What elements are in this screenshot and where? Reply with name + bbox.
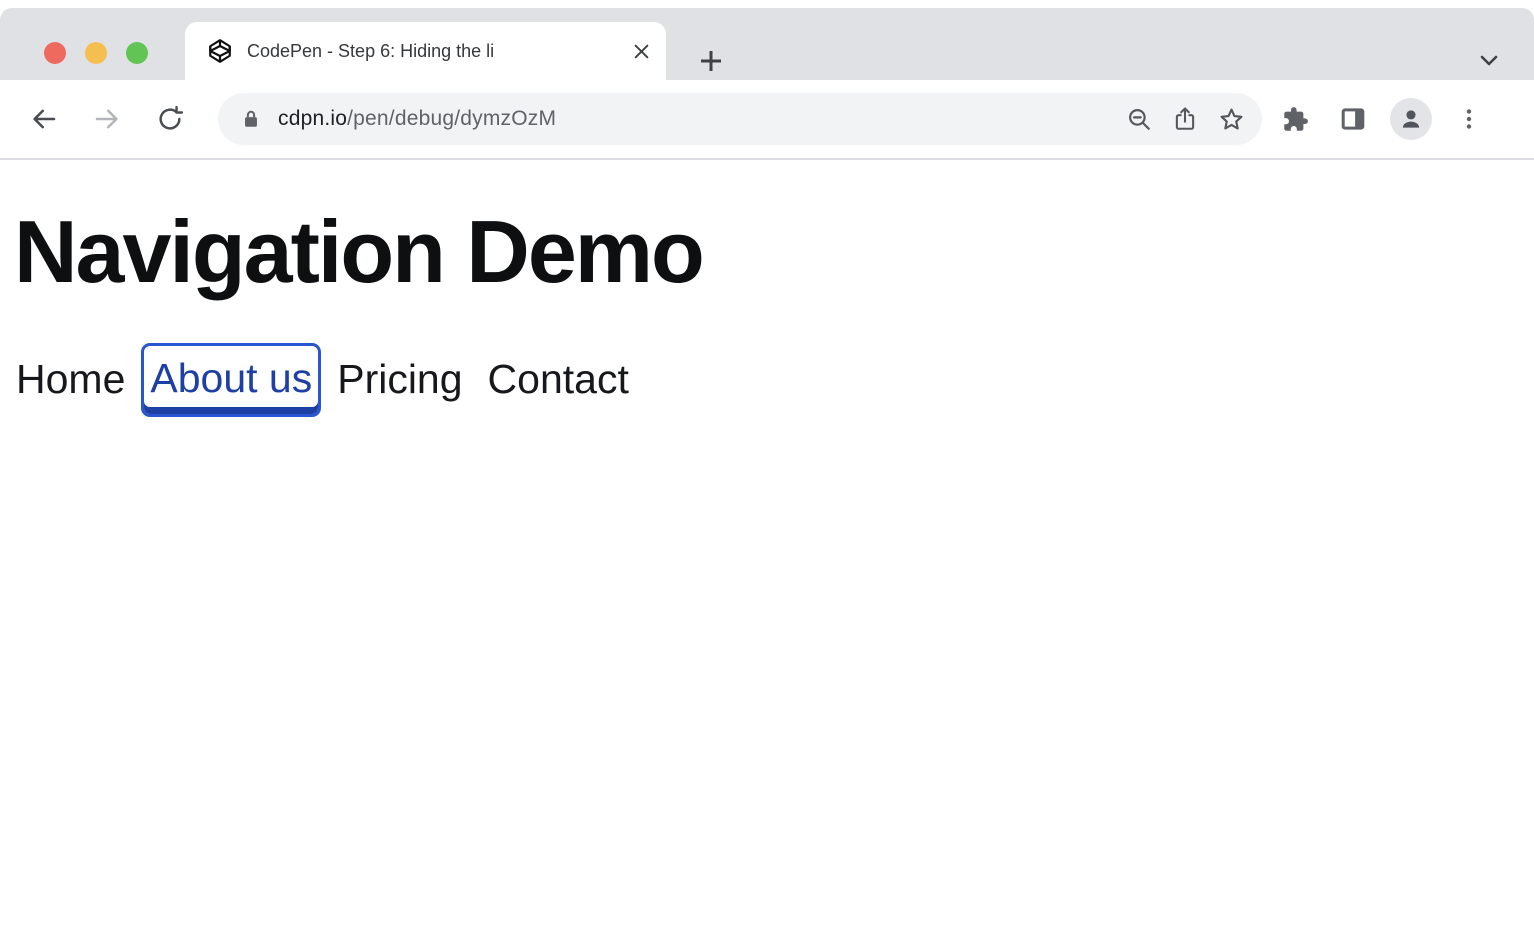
browser-window: CodePen - Step 6: Hiding the li [0,0,1534,950]
tab-close-button[interactable] [626,36,656,66]
tab-title: CodePen - Step 6: Hiding the li [247,38,622,64]
person-icon [1398,106,1424,132]
tab-strip: CodePen - Step 6: Hiding the li [0,8,1534,80]
kebab-menu-icon [1457,107,1481,131]
url-path: /pen/debug/dymzOzM [347,107,556,130]
url-text: cdpn.io/pen/debug/dymzOzM [278,107,1116,131]
back-button[interactable] [20,95,68,143]
extensions-puzzle-icon [1282,106,1309,133]
new-tab-button[interactable] [695,45,727,77]
bookmark-button[interactable] [1208,96,1254,142]
zoom-button[interactable] [1116,96,1162,142]
close-window-button[interactable] [44,42,66,64]
page-title: Navigation Demo [14,206,1534,298]
forward-arrow-icon [92,104,122,134]
tab-search-button[interactable] [1474,46,1504,74]
zoom-window-button[interactable] [126,42,148,64]
main-navigation: Home About us Pricing Contact [16,355,1534,404]
share-icon [1172,106,1198,132]
address-bar[interactable]: cdpn.io/pen/debug/dymzOzM [218,93,1262,145]
browser-toolbar: cdpn.io/pen/debug/dymzOzM [0,80,1534,158]
back-arrow-icon [29,104,59,134]
close-icon [633,43,650,60]
nav-link-contact[interactable]: Contact [488,356,629,403]
minimize-window-button[interactable] [85,42,107,64]
nav-link-pricing[interactable]: Pricing [337,356,462,403]
lock-icon [240,107,262,131]
nav-link-home[interactable]: Home [16,356,125,403]
plus-icon [699,49,723,73]
browser-tab[interactable]: CodePen - Step 6: Hiding the li [185,22,666,80]
url-domain: cdpn.io [278,107,347,130]
side-panel-button[interactable] [1328,95,1378,143]
side-panel-icon [1339,105,1367,133]
page-content: Navigation Demo Home About us Pricing Co… [0,160,1534,950]
reload-button[interactable] [146,95,194,143]
forward-button[interactable] [83,95,131,143]
reload-icon [156,105,184,133]
extensions-button[interactable] [1270,95,1320,143]
bookmark-star-icon [1218,106,1245,133]
zoom-out-icon [1126,106,1152,132]
share-button[interactable] [1162,96,1208,142]
profile-button[interactable] [1386,95,1436,143]
window-controls [44,42,148,64]
browser-menu-button[interactable] [1444,95,1494,143]
chevron-down-icon [1480,55,1498,66]
nav-link-about-us[interactable]: About us [141,343,321,416]
avatar [1390,98,1432,140]
codepen-favicon-icon [207,38,233,64]
